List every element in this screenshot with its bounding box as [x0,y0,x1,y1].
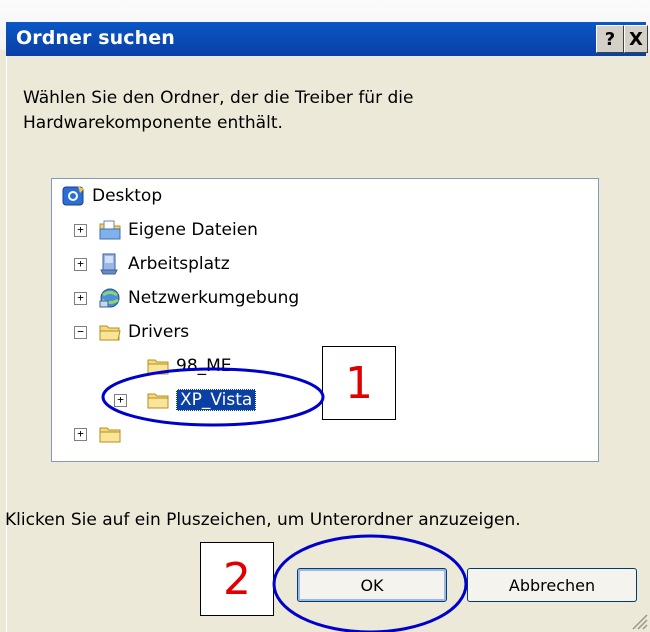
folder-browse-dialog: Ordner suchen ? X Wählen Sie den Ordner,… [0,0,650,632]
desktop-icon [62,185,86,207]
my-computer-icon [98,253,122,275]
tree-item-unnamed-folder[interactable]: + [74,419,128,449]
instruction-text: Wählen Sie den Ordner, der die Treiber f… [23,88,414,133]
expand-icon[interactable]: + [74,428,87,441]
tree-item-label: Arbeitsplatz [128,254,230,274]
help-icon: ? [604,28,616,50]
close-icon: X [629,28,643,50]
folder-icon [98,423,122,445]
folder-icon [146,355,170,377]
tree-item-label: Desktop [92,186,163,206]
title-bar-area: Ordner suchen ? X [0,0,650,56]
expand-icon[interactable]: + [74,292,87,305]
tree-item-label: Drivers [128,322,190,342]
cancel-button[interactable]: Abbrechen [467,568,637,602]
folder-icon [146,389,170,411]
tree-item-98-me[interactable]: 98_ME [146,351,232,381]
tree-item-eigene-dateien[interactable]: + Eigene Dateien [74,215,258,245]
tree-item-drivers[interactable]: − Drivers [74,317,189,347]
tree-item-netzwerkumgebung[interactable]: + Netzwerkumgebung [74,283,299,313]
tree-item-desktop[interactable]: Desktop [62,181,162,211]
title-bar: Ordner suchen ? X [6,22,648,56]
ok-button[interactable]: OK [297,568,447,602]
hint-text: Klicken Sie auf ein Pluszeichen, um Unte… [5,510,521,530]
tree-item-label: 98_ME [176,356,232,376]
expand-icon[interactable]: + [74,224,87,237]
folder-open-icon [98,321,122,343]
annotation-step-2: 2 [200,542,274,616]
collapse-icon[interactable]: − [74,326,87,339]
tree-item-arbeitsplatz[interactable]: + Arbeitsplatz [74,249,230,279]
tree-item-xp-vista[interactable]: + XP_Vista [114,385,257,415]
expand-icon[interactable]: + [74,258,87,271]
resize-grip-icon[interactable] [628,610,648,630]
tree-item-label: Netzwerkumgebung [128,288,300,308]
tree-item-label-selected: XP_Vista [176,389,257,411]
expand-icon[interactable]: + [114,394,127,407]
documents-folder-icon [98,219,122,241]
network-places-icon [98,287,122,309]
tree-item-label: Eigene Dateien [128,220,258,240]
annotation-step-1: 1 [322,346,396,420]
help-button[interactable]: ? [596,25,624,53]
close-button[interactable]: X [624,25,648,53]
dialog-body: Wählen Sie den Ordner, der die Treiber f… [5,56,647,632]
window-title: Ordner suchen [16,27,175,49]
